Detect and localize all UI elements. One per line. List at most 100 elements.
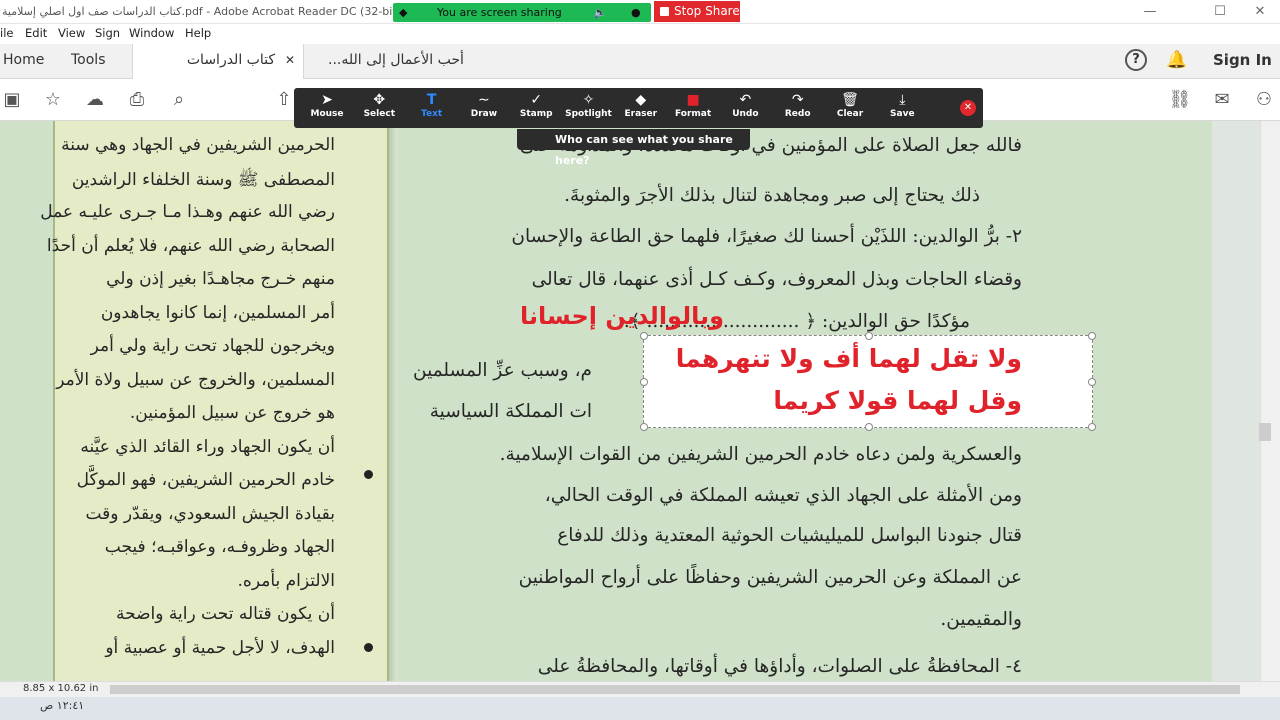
- share-user-icon[interactable]: ⚇: [1252, 88, 1276, 112]
- text-icon: T: [426, 92, 437, 108]
- left-column-line: بقيادة الجيش السعودي، ويقدّر وقت: [85, 503, 335, 524]
- eraser-label: Eraser: [624, 109, 658, 119]
- tab-tools[interactable]: Tools: [71, 44, 106, 79]
- main-text-line: قتال جنودنا البواسل للميليشيات الحوثية ا…: [557, 525, 1022, 546]
- stop-share-button[interactable]: Stop Share: [654, 1, 740, 22]
- main-text-line: والمقيمين.: [940, 609, 1022, 630]
- shield-check-icon: ●: [631, 6, 641, 19]
- vertical-scroll-thumb[interactable]: [1259, 423, 1271, 441]
- vertical-scrollbar[interactable]: [1260, 121, 1280, 681]
- left-column-line: رضي الله عنهم وهـذا مـا جـرى عليـه عمل: [40, 202, 335, 222]
- left-column-line: خادم الحرمين الشريفين، فهو الموكَّل: [76, 470, 335, 490]
- resize-handle[interactable]: [640, 332, 648, 340]
- annotate-select-button[interactable]: ✥ Select: [353, 92, 405, 119]
- resize-handle[interactable]: [1088, 423, 1096, 431]
- annotate-mouse-button[interactable]: ➤ Mouse: [301, 92, 353, 119]
- close-annotation-icon[interactable]: ✕: [960, 100, 976, 116]
- main-text-line: عن المملكة وعن الحرمين الشريفين وحفاظًا …: [518, 567, 1022, 588]
- email-icon[interactable]: ✉: [1210, 88, 1234, 112]
- close-window-button[interactable]: ✕: [1240, 2, 1280, 22]
- menu-bar: ile Edit View Sign Window Help: [0, 24, 1280, 44]
- annotate-eraser-button[interactable]: ◆ Eraser: [615, 92, 667, 119]
- sign-in-button[interactable]: Sign In: [1213, 44, 1272, 79]
- menu-file[interactable]: ile: [0, 26, 13, 40]
- left-column-line: أن يكون قتاله تحت راية واضحة: [116, 604, 335, 624]
- screen-sharing-banner: ◆ You are screen sharing 🔈 ●: [393, 3, 651, 22]
- left-column-line: هو خروج عن سبيل المؤمنين.: [129, 403, 335, 423]
- windows-taskbar: ١٢:٤١ ص: [0, 697, 1280, 720]
- resize-handle[interactable]: [865, 332, 873, 340]
- annotate-text-button[interactable]: T Text: [406, 92, 458, 119]
- draw-icon: ∼: [478, 92, 490, 108]
- menu-sign[interactable]: Sign: [95, 26, 120, 40]
- main-text-line: م، وسبب عزِّ المسلمين: [413, 360, 592, 381]
- help-icon[interactable]: ?: [1125, 49, 1147, 71]
- text-label: Text: [421, 109, 443, 119]
- annotate-clear-button[interactable]: 🗑 Clear: [824, 92, 876, 119]
- left-column-line: الهدف، لا لأجل حمية أو عصبية أو: [105, 637, 335, 658]
- resize-handle[interactable]: [1088, 332, 1096, 340]
- bullet-icon: [364, 643, 373, 652]
- annotate-redo-button[interactable]: ↷ Redo: [772, 92, 824, 119]
- annotate-spotlight-button[interactable]: ✧ Spotlight: [563, 92, 615, 119]
- verse-red-title: وبالوالدين إحسانا: [520, 302, 725, 330]
- left-column-line: أمر المسلمين، إنما كانوا يجاهدون: [100, 302, 335, 323]
- left-column-line: الصحابة رضي الله عنهم، فلا يُعلم أن أحدً…: [46, 235, 335, 256]
- tab-document-active[interactable]: كتاب الدراسات صف... ✕: [132, 44, 304, 101]
- resize-handle[interactable]: [640, 423, 648, 431]
- main-text-line: ات المملكة السياسية: [429, 401, 592, 422]
- main-text-line: وقضاء الحاجات وبذل المعروف، وكـف كـل أذى…: [531, 269, 1022, 290]
- page-fold: [389, 121, 397, 681]
- print-icon[interactable]: ⎙: [125, 88, 149, 112]
- speaker-icon[interactable]: 🔈: [593, 3, 607, 22]
- annotate-stamp-button[interactable]: ✓ Stamp: [510, 92, 562, 119]
- horizontal-scroll-thumb[interactable]: [110, 685, 1240, 694]
- document-canvas[interactable]: الحرمين الشريفين في الجهاد وهي سنة المصطف…: [0, 121, 1260, 681]
- menu-window[interactable]: Window: [129, 26, 174, 40]
- menu-view[interactable]: View: [58, 26, 85, 40]
- left-column-line: الالتزام بأمره.: [237, 570, 335, 591]
- left-column-line: منهم خـرج مجاهـدًا بغير إذن ولي: [106, 269, 335, 289]
- main-text-line: ومن الأمثلة على الجهاد الذي تعيشه المملك…: [544, 485, 1022, 506]
- save-icon[interactable]: ▣: [0, 88, 24, 112]
- menu-edit[interactable]: Edit: [25, 26, 47, 40]
- stop-share-label: Stop Share: [674, 4, 740, 18]
- menu-help[interactable]: Help: [185, 26, 211, 40]
- annotate-format-button[interactable]: ■ Format: [667, 92, 719, 119]
- maximize-button[interactable]: ☐: [1200, 2, 1240, 22]
- tab-home[interactable]: Home: [3, 44, 44, 79]
- upload-cloud-icon[interactable]: ☁: [83, 88, 107, 112]
- main-text-line: والعسكرية ولمن دعاه خادم الحرمين الشريفي…: [499, 444, 1022, 465]
- main-text-line: ٢- برُّ الوالدين: اللذَيْن أحسنا لك صغير…: [511, 226, 1022, 247]
- who-can-see-dropdown[interactable]: Who can see what you share here?: [517, 129, 750, 167]
- bookmark-star-icon[interactable]: ☆: [41, 88, 65, 112]
- link-icon[interactable]: ⛓: [1168, 88, 1192, 112]
- resize-handle[interactable]: [640, 378, 648, 386]
- main-text-line: ٤- المحافظةُ على الصلوات، وأداؤها في أوق…: [537, 656, 1022, 677]
- tab-close-icon[interactable]: ✕: [285, 44, 295, 77]
- annotation-toolbar: ➤ Mouse ✥ Select T Text ∼ Draw ✓ Stamp ✧ Spotlight ◆…: [294, 88, 983, 128]
- redo-icon: ↷: [791, 92, 804, 108]
- left-column-line: المصطفى ﷺ وسنة الخلفاء الراشدين: [71, 169, 335, 190]
- bullet-icon: [364, 470, 373, 479]
- stamp-label: Stamp: [519, 109, 553, 119]
- sharing-status-text: You are screen sharing: [437, 6, 562, 19]
- mouse-icon: ➤: [321, 92, 333, 108]
- zoom-search-icon[interactable]: ⌕: [167, 88, 191, 112]
- draw-label: Draw: [470, 109, 498, 119]
- page-size-label: 8.85 x 10.62 in: [23, 683, 99, 694]
- page-up-icon[interactable]: ⇧: [272, 88, 296, 112]
- resize-handle[interactable]: [1088, 378, 1096, 386]
- left-column-line: المسلمين، والخروج عن سبيل ولاة الأمر: [56, 369, 335, 390]
- share-shield-icon: ◆: [399, 6, 408, 19]
- save-label: Save: [890, 109, 915, 119]
- bell-icon[interactable]: 🔔: [1166, 44, 1187, 79]
- select-label: Select: [363, 109, 395, 119]
- annotate-save-button[interactable]: ⤓ Save: [876, 92, 928, 119]
- minimize-button[interactable]: —: [1130, 2, 1170, 22]
- resize-handle[interactable]: [865, 423, 873, 431]
- tab-document-2[interactable]: أحب الأعمال إلى الله...: [328, 44, 464, 79]
- annotation-textbox[interactable]: ولا تقل لهما أف ولا تنهرهما وقل لهما قول…: [640, 332, 1096, 431]
- annotate-draw-button[interactable]: ∼ Draw: [458, 92, 510, 119]
- annotate-undo-button[interactable]: ↶ Undo: [719, 92, 771, 119]
